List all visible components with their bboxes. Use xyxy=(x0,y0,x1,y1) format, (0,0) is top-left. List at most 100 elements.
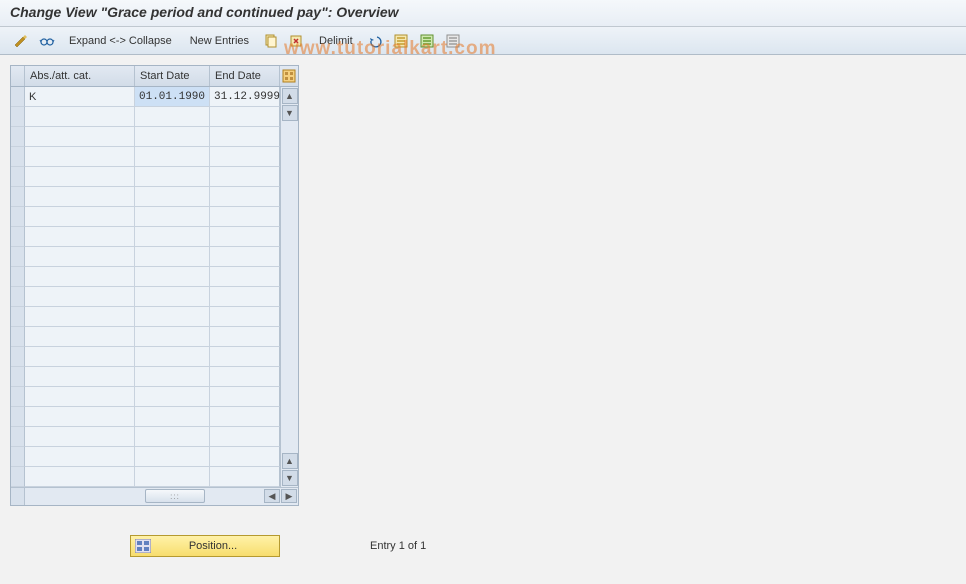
row-selector[interactable] xyxy=(11,467,25,487)
table-row[interactable] xyxy=(11,427,280,447)
cell-end-date[interactable] xyxy=(210,427,280,447)
cell-end-date[interactable] xyxy=(210,407,280,427)
scroll-right-icon[interactable]: ▶ xyxy=(281,489,297,503)
cell-abs-att-cat[interactable] xyxy=(25,447,135,467)
table-row[interactable] xyxy=(11,467,280,487)
row-selector[interactable] xyxy=(11,407,25,427)
cell-start-date[interactable] xyxy=(135,387,210,407)
cell-start-date[interactable] xyxy=(135,147,210,167)
row-selector[interactable] xyxy=(11,167,25,187)
cell-start-date[interactable] xyxy=(135,267,210,287)
cell-end-date[interactable] xyxy=(210,227,280,247)
select-all-icon[interactable] xyxy=(390,31,412,51)
row-selector[interactable] xyxy=(11,307,25,327)
cell-abs-att-cat[interactable] xyxy=(25,327,135,347)
cell-start-date[interactable] xyxy=(135,447,210,467)
cell-end-date[interactable] xyxy=(210,147,280,167)
cell-start-date[interactable] xyxy=(135,427,210,447)
row-selector[interactable] xyxy=(11,227,25,247)
scroll-up2-icon[interactable]: ▲ xyxy=(282,453,298,469)
cell-abs-att-cat[interactable] xyxy=(25,187,135,207)
delete-icon[interactable] xyxy=(286,31,308,51)
row-selector[interactable] xyxy=(11,247,25,267)
cell-end-date[interactable] xyxy=(210,127,280,147)
cell-abs-att-cat[interactable] xyxy=(25,347,135,367)
cell-end-date[interactable] xyxy=(210,467,280,487)
cell-end-date[interactable] xyxy=(210,107,280,127)
cell-start-date[interactable] xyxy=(135,307,210,327)
column-header-start-date[interactable]: Start Date xyxy=(135,66,210,86)
cell-abs-att-cat[interactable] xyxy=(25,407,135,427)
cell-end-date[interactable] xyxy=(210,267,280,287)
cell-start-date[interactable] xyxy=(135,407,210,427)
cell-start-date[interactable] xyxy=(135,287,210,307)
cell-abs-att-cat[interactable] xyxy=(25,127,135,147)
row-selector[interactable] xyxy=(11,367,25,387)
copy-icon[interactable] xyxy=(260,31,282,51)
scroll-left-icon[interactable]: ◀ xyxy=(264,489,280,503)
row-selector[interactable] xyxy=(11,267,25,287)
scroll-down2-icon[interactable]: ▼ xyxy=(282,470,298,486)
vertical-scrollbar[interactable]: ▲ ▼ ▲ ▼ xyxy=(280,87,298,487)
cell-end-date[interactable] xyxy=(210,307,280,327)
cell-abs-att-cat[interactable] xyxy=(25,227,135,247)
cell-abs-att-cat[interactable] xyxy=(25,207,135,227)
row-selector[interactable] xyxy=(11,87,25,107)
cell-start-date[interactable] xyxy=(135,327,210,347)
table-row[interactable] xyxy=(11,287,280,307)
cell-start-date[interactable] xyxy=(135,367,210,387)
cell-start-date[interactable] xyxy=(135,167,210,187)
cell-end-date[interactable] xyxy=(210,367,280,387)
row-selector[interactable] xyxy=(11,187,25,207)
cell-end-date[interactable] xyxy=(210,167,280,187)
row-selector[interactable] xyxy=(11,347,25,367)
cell-start-date[interactable]: 01.01.1990 xyxy=(135,87,210,107)
cell-end-date[interactable] xyxy=(210,447,280,467)
undo-icon[interactable] xyxy=(364,31,386,51)
table-row[interactable] xyxy=(11,227,280,247)
position-button[interactable]: Position... xyxy=(130,535,280,557)
cell-abs-att-cat[interactable] xyxy=(25,147,135,167)
cell-abs-att-cat[interactable] xyxy=(25,307,135,327)
scroll-up-icon[interactable]: ▲ xyxy=(282,88,298,104)
cell-abs-att-cat[interactable] xyxy=(25,107,135,127)
table-row[interactable] xyxy=(11,207,280,227)
cell-abs-att-cat[interactable] xyxy=(25,247,135,267)
cell-abs-att-cat[interactable] xyxy=(25,387,135,407)
cell-start-date[interactable] xyxy=(135,247,210,267)
column-header-abs-att-cat[interactable]: Abs./att. cat. xyxy=(25,66,135,86)
table-row[interactable] xyxy=(11,247,280,267)
glasses-details-icon[interactable] xyxy=(36,31,58,51)
cell-end-date[interactable] xyxy=(210,287,280,307)
row-selector[interactable] xyxy=(11,107,25,127)
toggle-change-icon[interactable] xyxy=(10,31,32,51)
table-row[interactable] xyxy=(11,167,280,187)
cell-end-date[interactable] xyxy=(210,327,280,347)
table-row[interactable]: K01.01.199031.12.9999 xyxy=(11,87,280,107)
new-entries-button[interactable]: New Entries xyxy=(183,31,256,51)
row-selector[interactable] xyxy=(11,127,25,147)
table-row[interactable] xyxy=(11,147,280,167)
cell-abs-att-cat[interactable] xyxy=(25,267,135,287)
table-row[interactable] xyxy=(11,447,280,467)
cell-abs-att-cat[interactable]: K xyxy=(25,87,135,107)
table-row[interactable] xyxy=(11,327,280,347)
table-row[interactable] xyxy=(11,387,280,407)
cell-start-date[interactable] xyxy=(135,127,210,147)
row-selector[interactable] xyxy=(11,427,25,447)
row-selector[interactable] xyxy=(11,327,25,347)
table-row[interactable] xyxy=(11,407,280,427)
cell-end-date[interactable] xyxy=(210,347,280,367)
cell-start-date[interactable] xyxy=(135,467,210,487)
cell-end-date[interactable] xyxy=(210,187,280,207)
expand-collapse-button[interactable]: Expand <-> Collapse xyxy=(62,31,179,51)
cell-start-date[interactable] xyxy=(135,207,210,227)
cell-start-date[interactable] xyxy=(135,187,210,207)
table-row[interactable] xyxy=(11,267,280,287)
table-row[interactable] xyxy=(11,127,280,147)
cell-start-date[interactable] xyxy=(135,107,210,127)
table-row[interactable] xyxy=(11,307,280,327)
cell-abs-att-cat[interactable] xyxy=(25,367,135,387)
cell-start-date[interactable] xyxy=(135,227,210,247)
table-row[interactable] xyxy=(11,187,280,207)
